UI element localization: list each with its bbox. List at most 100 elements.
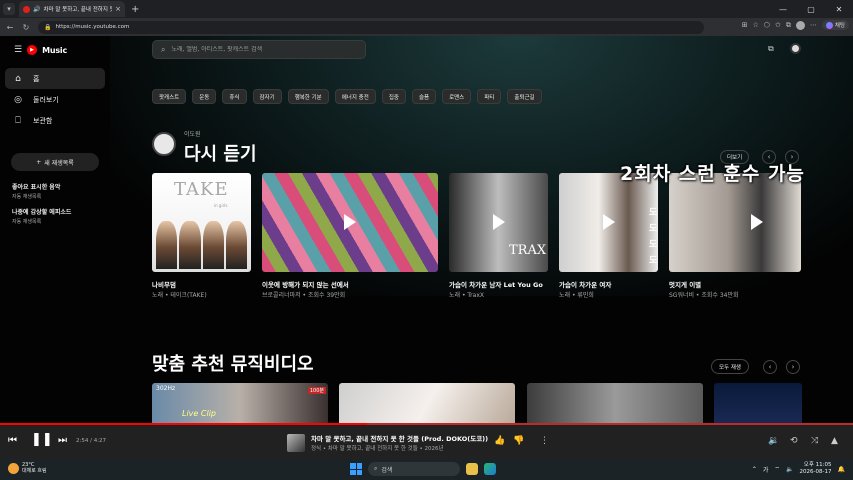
repeat-icon[interactable]: ⟲ (790, 436, 798, 446)
video-thumbnail[interactable]: 302Hz Live Clip 100분 (152, 383, 328, 423)
tab-actions-icon[interactable]: ▾ (3, 3, 15, 15)
browser-tab-active[interactable]: 🔊 차마 말 못하고, 끝내 전하지 못 한 것들 × (19, 1, 125, 17)
chip[interactable]: 집중 (381, 89, 406, 104)
expand-player-icon[interactable]: ▲ (831, 436, 838, 446)
play-all-button[interactable]: 모두 재생 (711, 359, 749, 374)
now-playing-subtitle[interactable]: 정식 • 차마 말 못하고, 끝내 전하지 못 한 것들 • 2026년 (311, 444, 444, 452)
now-playing-title[interactable]: 차마 말 못하고, 끝내 전하지 못 한 것들 (Prod. DOKO(도코)) (311, 433, 488, 443)
new-tab-icon[interactable]: + (131, 4, 139, 15)
logo[interactable]: ☰ ▶ Music (14, 45, 67, 55)
tray-chevron-icon[interactable]: ⌃ (752, 466, 757, 473)
volume-icon[interactable]: 🔉 (768, 436, 779, 446)
chip[interactable]: 슬픔 (411, 89, 437, 104)
search-input[interactable] (171, 46, 352, 53)
card-subtitle[interactable]: 브로콜리너마저 • 조회수 39만회 (262, 290, 345, 299)
input-language[interactable]: 가 (763, 465, 769, 474)
speaker-tray-icon[interactable]: 🔈 (786, 466, 793, 473)
previous-track-icon[interactable]: ⏮ (8, 435, 17, 446)
card-thumbnail[interactable]: TRAX (449, 173, 548, 272)
card-title[interactable]: 가슴이 차가운 여자 (559, 279, 611, 289)
thumbs-up-icon[interactable]: 👍 (494, 436, 505, 446)
more-vert-icon[interactable]: ⋮ (540, 436, 549, 446)
taskbar-search[interactable]: ⌕ 검색 (368, 462, 460, 476)
card-thumbnail[interactable]: 도바 도바 도바 도바 (559, 173, 658, 272)
card-thumbnail[interactable] (262, 173, 438, 272)
extensions-icon[interactable]: ⬡ (764, 21, 770, 29)
copilot-button[interactable]: 채팅 (821, 20, 849, 30)
card-title[interactable]: 나비무덤 (152, 279, 176, 289)
favorite-star-icon[interactable]: ☆ (753, 21, 759, 29)
chip[interactable]: 팟캐스트 (152, 89, 187, 104)
progress-bar[interactable] (0, 423, 367, 425)
sidebar-item-home[interactable]: ⌂ 홈 (5, 68, 105, 89)
clock[interactable]: 오후 11:05 2026-08-17 (800, 462, 832, 476)
weather-widget[interactable]: 23°C 대체로 흐림 (8, 462, 47, 474)
network-icon[interactable]: ⌔ (774, 465, 780, 473)
cast-icon[interactable]: ⧉ (768, 44, 774, 54)
url-field[interactable]: 🔒 https://music.youtube.com (38, 20, 704, 34)
play-icon[interactable] (493, 214, 505, 230)
card-title[interactable]: 이웃에 방해가 되지 않는 선에서 (262, 279, 349, 289)
search-box[interactable]: ⌕ (152, 40, 366, 59)
account-avatar[interactable] (790, 43, 801, 54)
pause-icon[interactable]: ❚❚ (31, 432, 53, 447)
maximize-icon[interactable]: ▢ (797, 0, 825, 18)
video-thumbnail[interactable] (714, 383, 802, 423)
windows-start-icon[interactable] (350, 463, 362, 475)
chip[interactable]: 행복한 기분 (287, 89, 329, 104)
chip[interactable]: 휴식 (222, 89, 247, 104)
play-icon[interactable] (344, 214, 356, 230)
playlist-liked[interactable]: 좋아요 표시한 음악 자동 재생목록 (12, 182, 104, 200)
play-icon[interactable] (603, 214, 615, 230)
app-install-icon[interactable]: ⊞ (742, 21, 748, 29)
play-icon[interactable] (751, 214, 763, 230)
card-subtitle[interactable]: 노래 • 류민희 (559, 290, 594, 299)
now-playing-thumbnail[interactable] (287, 434, 305, 452)
prev-arrow-icon[interactable]: ‹ (763, 360, 777, 374)
chip[interactable]: 에너지 충전 (334, 89, 376, 104)
card-subtitle[interactable]: 노래 • TraxX (449, 290, 484, 299)
video-thumbnail[interactable] (339, 383, 515, 423)
collections-icon[interactable]: ⧉ (786, 21, 791, 30)
card-title[interactable]: 멋지게 이별 (669, 279, 701, 289)
minimize-icon[interactable]: — (769, 0, 797, 18)
speaker-icon[interactable]: 🔊 (33, 6, 40, 13)
edge-browser-icon[interactable] (484, 463, 496, 475)
overlay-caption: 2회차 스런 훈수 가능 (620, 163, 805, 185)
card-thumbnail[interactable] (669, 173, 801, 272)
more-icon[interactable]: ⋯ (810, 21, 817, 29)
new-playlist-button[interactable]: + 새 재생목록 (11, 153, 99, 171)
sidebar-item-library[interactable]: ⎕ 보관함 (5, 110, 105, 131)
user-avatar[interactable] (152, 132, 176, 156)
weather-desc: 대체로 흐림 (22, 468, 47, 474)
close-window-icon[interactable]: ✕ (825, 0, 853, 18)
card-subtitle[interactable]: 노래 • 테이크(TAKE) (152, 290, 207, 299)
new-playlist-label: 새 재생목록 (44, 159, 74, 167)
card-title[interactable]: 가슴이 차가운 남자 Let You Go (449, 279, 543, 289)
playlist-episodes[interactable]: 나중에 감상할 에피소드 자동 재생목록 (12, 207, 104, 225)
notification-bell-icon[interactable]: 🔔 (838, 466, 845, 473)
close-tab-icon[interactable]: × (115, 5, 121, 13)
youtube-music-logo-icon: ▶ (27, 45, 38, 55)
next-track-icon[interactable]: ⏭ (58, 435, 67, 446)
chip[interactable]: 출퇴근길 (507, 89, 542, 104)
url-text: https://music.youtube.com (55, 24, 130, 30)
chip[interactable]: 잠자기 (252, 89, 282, 104)
file-explorer-icon[interactable] (466, 463, 478, 475)
favorites-icon[interactable]: ✩ (775, 21, 781, 29)
profile-avatar[interactable] (795, 20, 805, 30)
chip[interactable]: 파티 (477, 89, 502, 104)
thumbs-down-icon[interactable]: 👎 (513, 436, 524, 446)
card-subtitle[interactable]: SG워너비 • 조회수 34만회 (669, 290, 739, 299)
sidebar-item-explore[interactable]: ◎ 둘러보기 (5, 89, 105, 110)
chip[interactable]: 로맨스 (442, 89, 472, 104)
lock-icon[interactable]: 🔒 (44, 24, 51, 31)
refresh-icon[interactable]: ↻ (20, 23, 32, 32)
back-icon[interactable]: ← (4, 23, 16, 32)
card-thumbnail[interactable]: TAKE in girls (152, 173, 251, 272)
next-arrow-icon[interactable]: › (786, 360, 800, 374)
hamburger-menu-icon[interactable]: ☰ (14, 45, 22, 55)
chip[interactable]: 운동 (192, 89, 217, 104)
video-thumbnail[interactable] (527, 383, 703, 423)
shuffle-icon[interactable]: ⤨ (811, 436, 818, 446)
